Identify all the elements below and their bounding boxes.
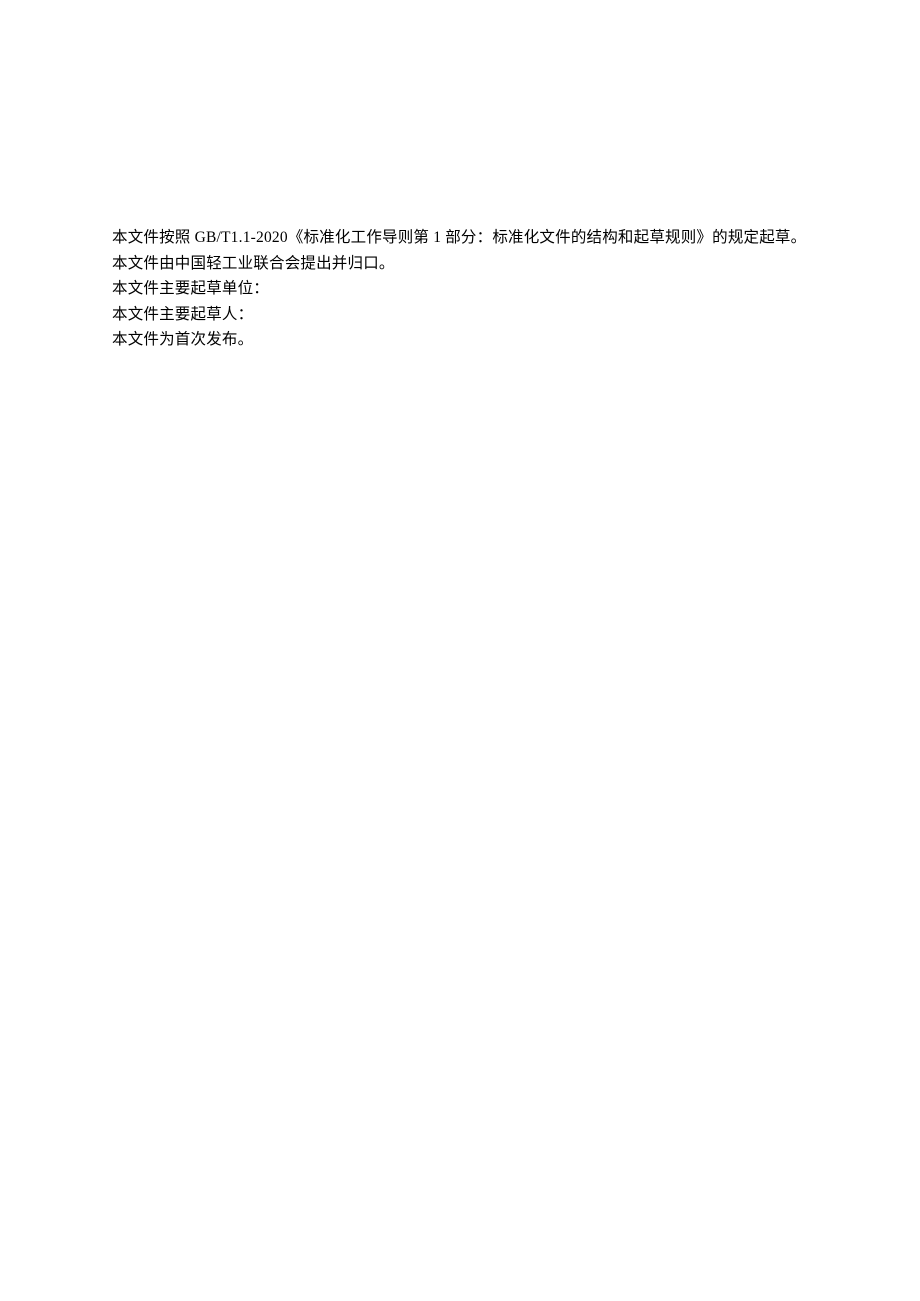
paragraph-standard-reference: 本文件按照 GB/T1.1-2020《标准化工作导则第 1 部分：标准化文件的结… (112, 225, 808, 251)
paragraph-proposer: 本文件由中国轻工业联合会提出并归口。 (112, 251, 808, 277)
paragraph-publication-status: 本文件为首次发布。 (112, 327, 808, 353)
paragraph-drafters: 本文件主要起草人： (112, 302, 808, 328)
paragraph-drafting-units: 本文件主要起草单位： (112, 276, 808, 302)
document-body: 本文件按照 GB/T1.1-2020《标准化工作导则第 1 部分：标准化文件的结… (112, 225, 808, 353)
